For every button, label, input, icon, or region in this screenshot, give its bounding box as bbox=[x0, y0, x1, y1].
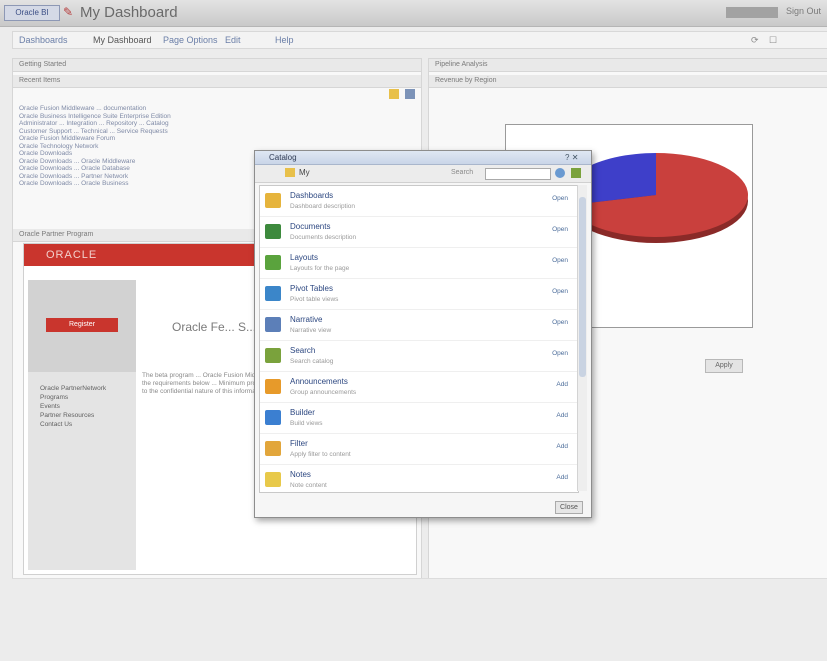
item-desc: Note content bbox=[290, 482, 327, 489]
dialog-controls: ? ✕ bbox=[565, 153, 578, 162]
item-action[interactable]: Open bbox=[552, 195, 568, 202]
dashboard-toolbar: Dashboards My Dashboard Page Options Edi… bbox=[12, 31, 827, 49]
page-footer-area bbox=[12, 578, 827, 661]
filter-icon bbox=[265, 441, 281, 456]
item-action[interactable]: Open bbox=[552, 350, 568, 357]
folder-label: My bbox=[299, 168, 310, 177]
promo-title: Oracle Fe... S... bbox=[172, 320, 257, 334]
list-item[interactable]: Oracle Fusion Middleware Forum bbox=[19, 135, 399, 143]
document-icon bbox=[265, 224, 281, 239]
item-action[interactable]: Open bbox=[552, 288, 568, 295]
item-desc: Pivot table views bbox=[290, 296, 339, 303]
item-action[interactable]: Add bbox=[556, 443, 568, 450]
search-icon bbox=[265, 348, 281, 363]
panel-header: Getting Started bbox=[13, 59, 421, 72]
promo-link[interactable]: Events bbox=[40, 402, 106, 411]
dialog-scrollbar[interactable] bbox=[577, 185, 587, 491]
item-desc: Dashboard description bbox=[290, 203, 356, 210]
toolbar-item-edit[interactable]: Edit bbox=[225, 35, 241, 45]
close-icon[interactable]: ✕ bbox=[572, 153, 579, 162]
item-title[interactable]: Pivot Tables bbox=[290, 284, 333, 293]
toolbar-item-current[interactable]: My Dashboard bbox=[93, 35, 152, 45]
dialog-title-bar: Catalog ? ✕ bbox=[255, 151, 591, 165]
item-title[interactable]: Notes bbox=[290, 470, 311, 479]
dialog-title: Catalog bbox=[269, 153, 297, 162]
list-item[interactable]: Customer Support ... Technical ... Servi… bbox=[19, 128, 399, 136]
title-bar: Oracle BI ✎ My Dashboard Sign Out bbox=[0, 0, 827, 27]
user-menu[interactable] bbox=[726, 7, 778, 18]
scrollbar-thumb[interactable] bbox=[579, 197, 586, 377]
promo-link[interactable]: Oracle PartnerNetwork bbox=[40, 384, 106, 393]
toolbar-item-dashboards[interactable]: Dashboards bbox=[19, 35, 68, 45]
item-title[interactable]: Layouts bbox=[290, 253, 318, 262]
promo-link[interactable]: Programs bbox=[40, 393, 106, 402]
item-action[interactable]: Add bbox=[556, 412, 568, 419]
builder-icon bbox=[265, 410, 281, 425]
item-title[interactable]: Filter bbox=[290, 439, 308, 448]
item-title[interactable]: Announcements bbox=[290, 377, 348, 386]
layout-icon bbox=[265, 255, 281, 270]
toolbar-item-options[interactable]: Page Options bbox=[163, 35, 218, 45]
promo-sidebar-top: Register bbox=[28, 280, 136, 372]
apply-button[interactable]: Apply bbox=[705, 359, 743, 373]
refresh-icon[interactable] bbox=[571, 168, 581, 178]
search-label: Search bbox=[451, 169, 474, 176]
item-desc: Layouts for the page bbox=[290, 265, 350, 272]
oracle-home-button[interactable]: Oracle BI bbox=[4, 5, 60, 21]
search-input[interactable] bbox=[485, 168, 551, 180]
item-desc: Search catalog bbox=[290, 358, 334, 365]
promo-sidebar: Register Oracle PartnerNetwork Programs … bbox=[28, 280, 136, 570]
close-button[interactable]: Close bbox=[555, 501, 583, 514]
panel-header: Pipeline Analysis bbox=[429, 59, 827, 72]
panel-header: Recent Items bbox=[13, 75, 421, 88]
search-icon[interactable] bbox=[555, 168, 565, 178]
item-title[interactable]: Search bbox=[290, 346, 315, 355]
logout-link[interactable]: Sign Out bbox=[786, 6, 821, 16]
catalog-dialog: Catalog ? ✕ My Search Dashboards Dashboar… bbox=[254, 150, 592, 518]
item-action[interactable]: Open bbox=[552, 257, 568, 264]
item-desc: Narrative view bbox=[290, 327, 332, 334]
item-desc: Group announcements bbox=[290, 389, 357, 396]
narrative-icon bbox=[265, 317, 281, 332]
list-item[interactable]: Administrator ... Integration ... Reposi… bbox=[19, 120, 399, 128]
list-item[interactable]: Oracle Technology Network bbox=[19, 143, 399, 151]
refresh-icon[interactable]: ⟳ bbox=[751, 35, 759, 46]
settings-icon[interactable] bbox=[405, 89, 415, 99]
dialog-toolbar: My Search bbox=[255, 165, 591, 183]
promo-side-links: Oracle PartnerNetwork Programs Events Pa… bbox=[40, 384, 106, 429]
dashboard-icon bbox=[265, 193, 281, 208]
page-options-icon[interactable]: ☐ bbox=[769, 35, 777, 46]
item-desc: Build views bbox=[290, 420, 323, 427]
help-icon[interactable]: ? bbox=[565, 153, 569, 162]
item-title[interactable]: Builder bbox=[290, 408, 315, 417]
item-action[interactable]: Open bbox=[552, 319, 568, 326]
dashboard-icon: ✎ bbox=[63, 5, 74, 19]
panel-header: Revenue by Region bbox=[429, 75, 827, 88]
promo-link[interactable]: Contact Us bbox=[40, 420, 106, 429]
register-button[interactable]: Register bbox=[46, 318, 118, 332]
page-title: My Dashboard bbox=[80, 4, 178, 21]
item-action[interactable]: Add bbox=[556, 474, 568, 481]
oracle-logo: ORACLE bbox=[46, 249, 98, 261]
item-title[interactable]: Narrative bbox=[290, 315, 322, 324]
item-action[interactable]: Add bbox=[556, 381, 568, 388]
list-item[interactable]: Oracle Fusion Middleware ... documentati… bbox=[19, 105, 399, 113]
catalog-list: Dashboards Dashboard description Open Docu… bbox=[259, 185, 579, 493]
note-icon bbox=[265, 472, 281, 487]
promo-link[interactable]: Partner Resources bbox=[40, 411, 106, 420]
item-action[interactable]: Open bbox=[552, 226, 568, 233]
toolbar-item-help[interactable]: Help bbox=[275, 35, 294, 45]
pivot-icon bbox=[265, 286, 281, 301]
folder-icon[interactable] bbox=[389, 89, 399, 99]
item-title[interactable]: Dashboards bbox=[290, 191, 333, 200]
item-desc: Apply filter to content bbox=[290, 451, 351, 458]
item-title[interactable]: Documents bbox=[290, 222, 330, 231]
list-item[interactable]: Oracle Business Intelligence Suite Enter… bbox=[19, 113, 399, 121]
item-desc: Documents description bbox=[290, 234, 357, 241]
announcement-icon bbox=[265, 379, 281, 394]
folder-icon[interactable] bbox=[285, 168, 295, 177]
